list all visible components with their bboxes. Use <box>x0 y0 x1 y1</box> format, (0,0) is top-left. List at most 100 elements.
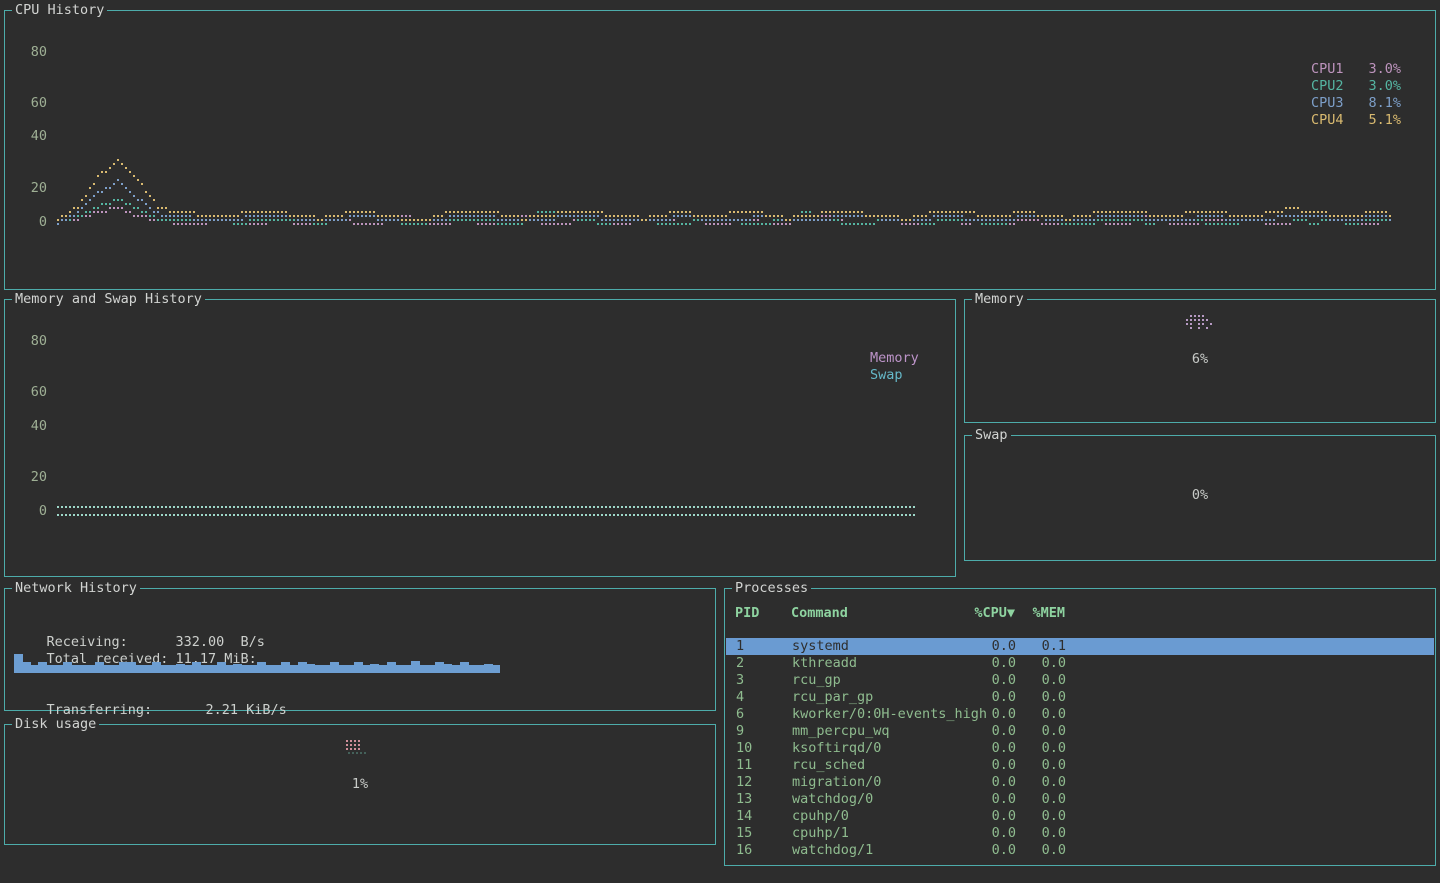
ms-ytick-60: 60 <box>17 384 47 401</box>
process-cell-mem: 0.0 <box>1018 740 1066 757</box>
process-cell-pid: 1 <box>736 638 788 655</box>
process-cell-pid: 13 <box>736 791 788 808</box>
process-table-header: PID Command %CPU▼ %MEM <box>725 605 1435 622</box>
process-cell-pid: 4 <box>736 689 788 706</box>
process-cell-mem: 0.0 <box>1018 842 1066 859</box>
process-cell-mem: 0.0 <box>1018 774 1066 791</box>
process-row[interactable]: 16watchdog/10.00.0 <box>726 842 1434 859</box>
process-cell-cpu: 0.0 <box>936 740 1016 757</box>
disk-braille-gauge-icon <box>346 740 374 758</box>
cpu-history-panel: CPU History 80 60 40 20 0 CPU13.0% CPU23… <box>4 10 1436 290</box>
process-cell-cpu: 0.0 <box>936 757 1016 774</box>
swap-panel: Swap 0% <box>964 435 1436 561</box>
cpu-ytick-60: 60 <box>17 95 47 112</box>
process-cell-pid: 14 <box>736 808 788 825</box>
network-receiving-sparkline <box>14 651 500 673</box>
process-cell-pid: 11 <box>736 757 788 774</box>
process-row[interactable]: 11rcu_sched0.00.0 <box>726 757 1434 774</box>
processes-title: Processes <box>732 580 811 597</box>
process-row[interactable]: 13watchdog/00.00.0 <box>726 791 1434 808</box>
cpu1-value: 3.0% <box>1357 61 1401 78</box>
process-cell-pid: 2 <box>736 655 788 672</box>
cpu-ytick-0: 0 <box>17 214 47 231</box>
process-cell-mem: 0.0 <box>1018 757 1066 774</box>
process-cell-cpu: 0.0 <box>936 638 1016 655</box>
cpu-legend-item: CPU38.1% <box>1311 95 1401 112</box>
cpu-ytick-80: 80 <box>17 44 47 61</box>
process-cell-mem: 0.0 <box>1018 723 1066 740</box>
process-row[interactable]: 3rcu_gp0.00.0 <box>726 672 1434 689</box>
process-cell-mem: 0.0 <box>1018 672 1066 689</box>
cpu1-label: CPU1 <box>1311 61 1357 78</box>
process-cell-cpu: 0.0 <box>936 655 1016 672</box>
cpu-ytick-40: 40 <box>17 128 47 145</box>
process-row[interactable]: 12migration/00.00.0 <box>726 774 1434 791</box>
disk-usage-title: Disk usage <box>12 716 99 733</box>
process-row[interactable]: 15cpuhp/10.00.0 <box>726 825 1434 842</box>
cpu2-label: CPU2 <box>1311 78 1357 95</box>
ms-ytick-20: 20 <box>17 469 47 486</box>
process-row[interactable]: 2kthreadd0.00.0 <box>726 655 1434 672</box>
process-cell-mem: 0.0 <box>1018 655 1066 672</box>
cpu-legend-item: CPU13.0% <box>1311 61 1401 78</box>
memory-panel: Memory 6% <box>964 299 1436 423</box>
cpu-ytick-20: 20 <box>17 180 47 197</box>
process-row[interactable]: 14cpuhp/00.00.0 <box>726 808 1434 825</box>
memory-braille-gauge-icon <box>1186 315 1214 333</box>
process-cell-cpu: 0.0 <box>936 723 1016 740</box>
cpu-history-chart <box>57 31 1393 235</box>
process-row[interactable]: 9mm_percpu_wq0.00.0 <box>726 723 1434 740</box>
process-row[interactable]: 6kworker/0:0H-events_high0.00.0 <box>726 706 1434 723</box>
column-cpu-sort-desc[interactable]: %CPU▼ <box>935 605 1015 622</box>
memory-title: Memory <box>972 291 1027 308</box>
process-cell-pid: 6 <box>736 706 788 723</box>
network-history-title: Network History <box>12 580 140 597</box>
process-cell-cpu: 0.0 <box>936 825 1016 842</box>
disk-usage-panel: Disk usage 1% <box>4 724 716 845</box>
process-row[interactable]: 1systemd0.00.1 <box>726 638 1434 655</box>
memswap-history-panel: Memory and Swap History 80 60 40 20 0 Me… <box>4 299 956 577</box>
disk-percent: 1% <box>5 776 715 793</box>
cpu-legend: CPU13.0% CPU23.0% CPU38.1% CPU45.1% <box>1311 61 1401 129</box>
cpu2-value: 3.0% <box>1357 78 1401 95</box>
process-cell-cpu: 0.0 <box>936 842 1016 859</box>
process-cell-pid: 15 <box>736 825 788 842</box>
swap-title: Swap <box>972 427 1011 444</box>
cpu3-label: CPU3 <box>1311 95 1357 112</box>
swap-legend-label: Swap <box>870 367 919 384</box>
process-rows: 1systemd0.00.12kthreadd0.00.03rcu_gp0.00… <box>726 638 1434 859</box>
network-history-panel: Network History Receiving:332.00 B/s Tot… <box>4 588 716 711</box>
ms-ytick-0: 0 <box>17 503 47 520</box>
ms-ytick-80: 80 <box>17 333 47 350</box>
processes-panel: Processes PID Command %CPU▼ %MEM 1system… <box>724 588 1436 866</box>
process-cell-pid: 16 <box>736 842 788 859</box>
ms-ytick-40: 40 <box>17 418 47 435</box>
process-row[interactable]: 4rcu_par_gp0.00.0 <box>726 689 1434 706</box>
process-cell-pid: 9 <box>736 723 788 740</box>
process-row[interactable]: 10ksoftirqd/00.00.0 <box>726 740 1434 757</box>
swap-percent: 0% <box>965 487 1435 504</box>
process-cell-mem: 0.0 <box>1018 825 1066 842</box>
process-cell-cpu: 0.0 <box>936 706 1016 723</box>
memory-legend-label: Memory <box>870 350 919 367</box>
process-cell-mem: 0.0 <box>1018 706 1066 723</box>
cpu-legend-item: CPU23.0% <box>1311 78 1401 95</box>
process-cell-mem: 0.1 <box>1018 638 1066 655</box>
cpu3-value: 8.1% <box>1357 95 1401 112</box>
cpu4-value: 5.1% <box>1357 112 1401 129</box>
process-cell-mem: 0.0 <box>1018 808 1066 825</box>
cpu-history-title: CPU History <box>12 2 107 19</box>
memswap-legend: Memory Swap <box>870 350 919 384</box>
column-pid[interactable]: PID <box>735 605 787 622</box>
process-cell-cpu: 0.0 <box>936 672 1016 689</box>
cpu-legend-item: CPU45.1% <box>1311 112 1401 129</box>
process-cell-pid: 12 <box>736 774 788 791</box>
process-cell-mem: 0.0 <box>1018 791 1066 808</box>
process-cell-cpu: 0.0 <box>936 791 1016 808</box>
process-cell-mem: 0.0 <box>1018 689 1066 706</box>
memory-percent: 6% <box>965 351 1435 368</box>
process-cell-cpu: 0.0 <box>936 689 1016 706</box>
process-cell-cpu: 0.0 <box>936 774 1016 791</box>
process-cell-cpu: 0.0 <box>936 808 1016 825</box>
column-mem[interactable]: %MEM <box>1017 605 1065 622</box>
